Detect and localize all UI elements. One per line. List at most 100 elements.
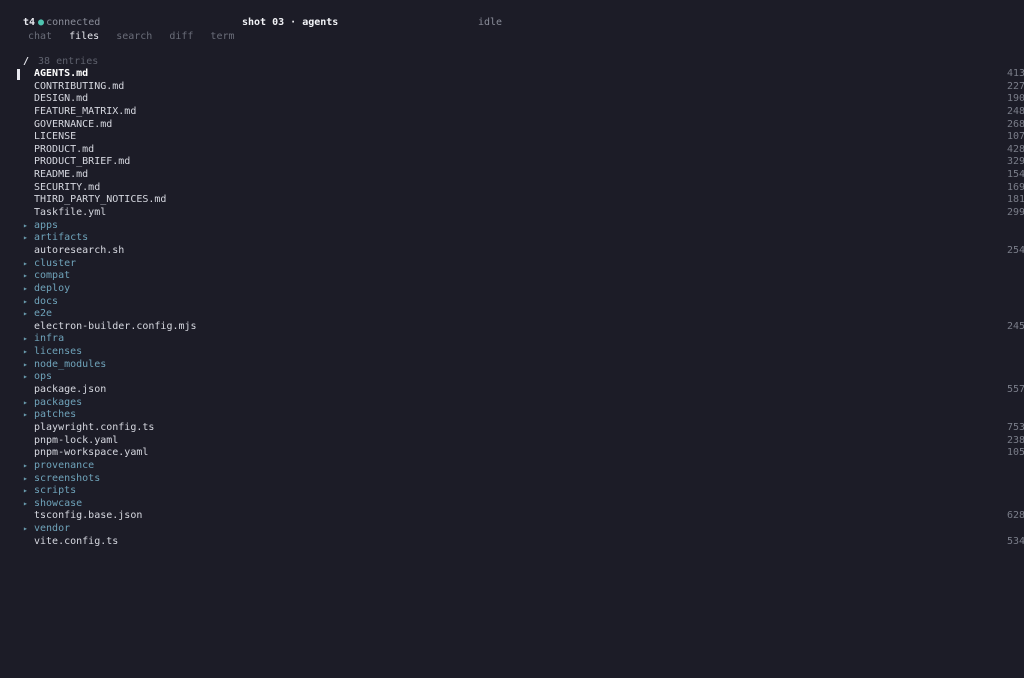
tab-search[interactable]: search — [116, 31, 152, 43]
entry-size: 169 — [1007, 181, 1024, 193]
file-entry[interactable]: AGENTS.md 413 — [0, 68, 1024, 81]
folder-caret-icon[interactable]: ▸ — [23, 220, 31, 233]
entry-size: 329 — [1007, 156, 1024, 168]
file-entry[interactable]: CONTRIBUTING.md 227 — [0, 81, 1024, 94]
agent-state: idle — [478, 17, 503, 28]
folder-caret-icon[interactable]: ▸ — [23, 523, 31, 536]
file-entry[interactable]: electron-builder.config.mjs 245 — [0, 321, 1024, 334]
entry-name: LICENSE — [34, 131, 77, 143]
file-entry[interactable]: Taskfile.yml 299 — [0, 207, 1024, 220]
entry-name: vendor — [34, 523, 71, 535]
file-list: AGENTS.md 413 CONTRIBUTING.md 227 DESIGN.md 1… — [0, 68, 1024, 548]
folder-caret-icon[interactable]: ▸ — [23, 232, 31, 245]
folder-caret-icon[interactable]: ▸ — [23, 270, 31, 283]
entry-size: 413 — [1007, 68, 1024, 79]
file-entry[interactable]: tsconfig.base.json 628 — [0, 510, 1024, 523]
entry-name: licenses — [34, 346, 83, 358]
entry-name: e2e — [34, 308, 53, 320]
file-entry[interactable]: DESIGN.md 190 — [0, 93, 1024, 106]
directory-entry[interactable]: ▸ vendor — [0, 523, 1024, 536]
entry-name: AGENTS.md — [34, 68, 89, 79]
folder-caret-icon[interactable]: ▸ — [23, 296, 31, 309]
directory-entry[interactable]: ▸ screenshots — [0, 473, 1024, 486]
entry-name: tsconfig.base.json — [34, 510, 143, 522]
directory-entry[interactable]: ▸ showcase — [0, 498, 1024, 511]
file-entry[interactable]: SECURITY.md 169 — [0, 182, 1024, 195]
entry-name: package.json — [34, 384, 107, 396]
file-entry[interactable]: THIRD_PARTY_NOTICES.md 181 — [0, 194, 1024, 207]
file-entry[interactable]: README.md 154 — [0, 169, 1024, 182]
entry-name: patches — [34, 409, 77, 421]
entry-name: compat — [34, 270, 71, 282]
file-entry[interactable]: LICENSE 107 — [0, 131, 1024, 144]
file-entry[interactable]: pnpm-workspace.yaml 105 — [0, 447, 1024, 460]
directory-entry[interactable]: ▸ patches — [0, 409, 1024, 422]
entry-size: 238 — [1007, 434, 1024, 446]
entry-size: 154 — [1007, 169, 1024, 181]
directory-entry[interactable]: ▸ deploy — [0, 283, 1024, 296]
directory-entry[interactable]: ▸ e2e — [0, 308, 1024, 321]
directory-entry[interactable]: ▸ compat — [0, 270, 1024, 283]
folder-caret-icon[interactable]: ▸ — [23, 498, 31, 511]
folder-caret-icon[interactable]: ▸ — [23, 258, 31, 271]
entry-name: autoresearch.sh — [34, 244, 125, 256]
file-entry[interactable]: vite.config.ts 534 — [0, 536, 1024, 549]
folder-caret-icon[interactable]: ▸ — [23, 460, 31, 473]
file-entry[interactable]: GOVERNANCE.md 268 — [0, 119, 1024, 132]
folder-caret-icon[interactable]: ▸ — [23, 333, 31, 346]
directory-entry[interactable]: ▸ cluster — [0, 258, 1024, 271]
directory-entry[interactable]: ▸ artifacts — [0, 232, 1024, 245]
entry-size: 181 — [1007, 194, 1024, 206]
folder-caret-icon[interactable]: ▸ — [23, 371, 31, 384]
entry-size: 105 — [1007, 447, 1024, 459]
entry-size: 245 — [1007, 320, 1024, 332]
entry-name: pnpm-workspace.yaml — [34, 447, 149, 459]
session-title: shot 03 · agents — [242, 17, 339, 28]
entry-size: 628 — [1007, 510, 1024, 522]
entry-name: DESIGN.md — [34, 93, 89, 105]
directory-entry[interactable]: ▸ ops — [0, 371, 1024, 384]
directory-entry[interactable]: ▸ licenses — [0, 346, 1024, 359]
entry-name: Taskfile.yml — [34, 207, 107, 219]
entry-name: pnpm-lock.yaml — [34, 434, 119, 446]
tab-bar: chat files search diff term — [28, 31, 252, 43]
entry-size: 107 — [1007, 131, 1024, 143]
tab-chat[interactable]: chat — [28, 31, 52, 43]
folder-caret-icon[interactable]: ▸ — [23, 409, 31, 422]
entry-size: 268 — [1007, 118, 1024, 130]
folder-caret-icon[interactable]: ▸ — [23, 283, 31, 296]
tab-diff[interactable]: diff — [169, 31, 193, 43]
directory-entry[interactable]: ▸ infra — [0, 333, 1024, 346]
directory-entry[interactable]: ▸ docs — [0, 296, 1024, 309]
tab-term[interactable]: term — [210, 31, 234, 43]
entry-name: packages — [34, 396, 83, 408]
entry-name: THIRD_PARTY_NOTICES.md — [34, 194, 167, 206]
file-entry[interactable]: package.json 557 — [0, 384, 1024, 397]
tab-files[interactable]: files — [69, 31, 99, 43]
folder-caret-icon[interactable]: ▸ — [23, 485, 31, 498]
folder-caret-icon[interactable]: ▸ — [23, 359, 31, 372]
entry-name: SECURITY.md — [34, 181, 101, 193]
directory-entry[interactable]: ▸ apps — [0, 220, 1024, 233]
file-entry[interactable]: pnpm-lock.yaml 238 — [0, 435, 1024, 448]
directory-entry[interactable]: ▸ scripts — [0, 485, 1024, 498]
connection-status-icon: ● — [38, 17, 45, 28]
directory-entry[interactable]: ▸ provenance — [0, 460, 1024, 473]
entry-name: electron-builder.config.mjs — [34, 320, 197, 332]
folder-caret-icon[interactable]: ▸ — [23, 346, 31, 359]
file-entry[interactable]: playwright.config.ts 753 — [0, 422, 1024, 435]
entry-size: 190 — [1007, 93, 1024, 105]
file-entry[interactable]: PRODUCT_BRIEF.md 329 — [0, 156, 1024, 169]
directory-entry[interactable]: ▸ packages — [0, 397, 1024, 410]
file-entry[interactable]: FEATURE_MATRIX.md 248 — [0, 106, 1024, 119]
directory-entry[interactable]: ▸ node_modules — [0, 359, 1024, 372]
file-entry[interactable]: autoresearch.sh 254 — [0, 245, 1024, 258]
entry-size: 534 — [1007, 535, 1024, 547]
file-entry[interactable]: PRODUCT.md 428 — [0, 144, 1024, 157]
folder-caret-icon[interactable]: ▸ — [23, 473, 31, 486]
folder-caret-icon[interactable]: ▸ — [23, 397, 31, 410]
entry-size: 248 — [1007, 105, 1024, 117]
entry-name: scripts — [34, 485, 77, 497]
folder-caret-icon[interactable]: ▸ — [23, 308, 31, 321]
entry-count: 38 entries — [38, 56, 99, 67]
